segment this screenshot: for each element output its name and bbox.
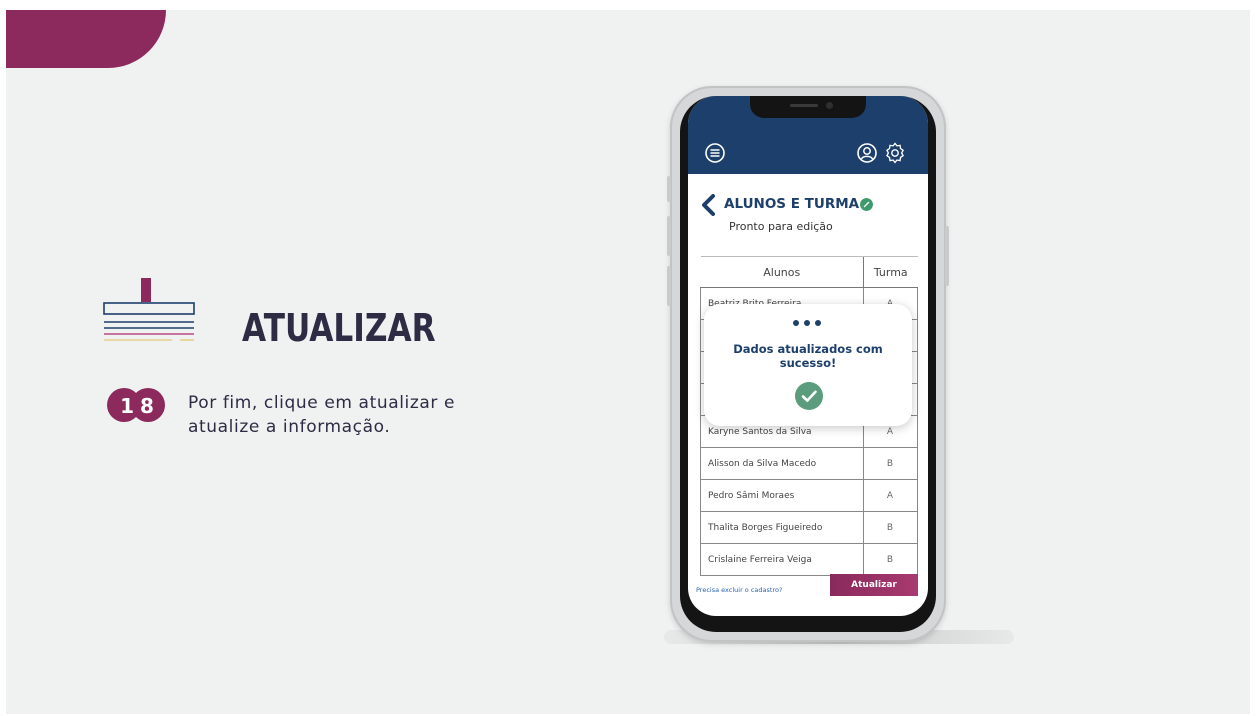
page-title: ALUNOS E TURMA (724, 196, 860, 212)
column-header-alunos: Alunos (700, 256, 864, 288)
student-name[interactable]: Alisson da Silva Macedo (700, 447, 864, 480)
section-title: ATUALIZAR (242, 306, 436, 350)
table-row[interactable]: Crislaine Ferreira Veiga B (700, 543, 918, 576)
table-row[interactable]: Thalita Borges Figueiredo B (700, 511, 918, 544)
app-header (688, 96, 928, 174)
instruction-text: Por fim, clique em atualizar e atualize … (188, 393, 456, 437)
status-edit-icon (860, 198, 873, 211)
update-button[interactable]: Atualizar (830, 574, 918, 596)
student-class[interactable]: B (863, 447, 918, 480)
user-icon[interactable] (856, 142, 878, 164)
student-class[interactable]: A (863, 479, 918, 512)
table-row[interactable]: Alisson da Silva Macedo B (700, 447, 918, 480)
success-toast: Dados atualizados com sucesso! (704, 304, 912, 426)
loading-dots-icon (793, 320, 823, 326)
stacked-books-icon (103, 278, 195, 341)
phone-screen: ALUNOS E TURMA Pronto para edição Alunos… (688, 96, 928, 616)
check-icon (795, 382, 823, 410)
slide: ATUALIZAR 18 Por fim, clique em atualiza… (6, 10, 1250, 714)
settings-icon[interactable] (884, 142, 906, 164)
page-subtitle: Pronto para edição (729, 220, 833, 233)
student-name[interactable]: Thalita Borges Figueiredo (700, 511, 864, 544)
corner-decoration (6, 10, 166, 68)
student-name[interactable]: Crislaine Ferreira Veiga (700, 543, 864, 576)
delete-registration-link[interactable]: Precisa excluir o cadastro? (696, 586, 782, 594)
student-name[interactable]: Pedro Sâmi Moraes (700, 479, 864, 512)
menu-icon[interactable] (704, 142, 726, 164)
toast-message: Dados atualizados com sucesso! (733, 342, 883, 370)
student-class[interactable]: B (863, 543, 918, 576)
back-chevron-icon[interactable] (700, 194, 718, 216)
column-header-turma: Turma (863, 256, 918, 288)
step-number-badge: 18 (105, 388, 175, 424)
phone-notch (750, 96, 866, 118)
step-number: 18 (120, 394, 160, 418)
student-class[interactable]: B (863, 511, 918, 544)
table-row[interactable]: Pedro Sâmi Moraes A (700, 479, 918, 512)
